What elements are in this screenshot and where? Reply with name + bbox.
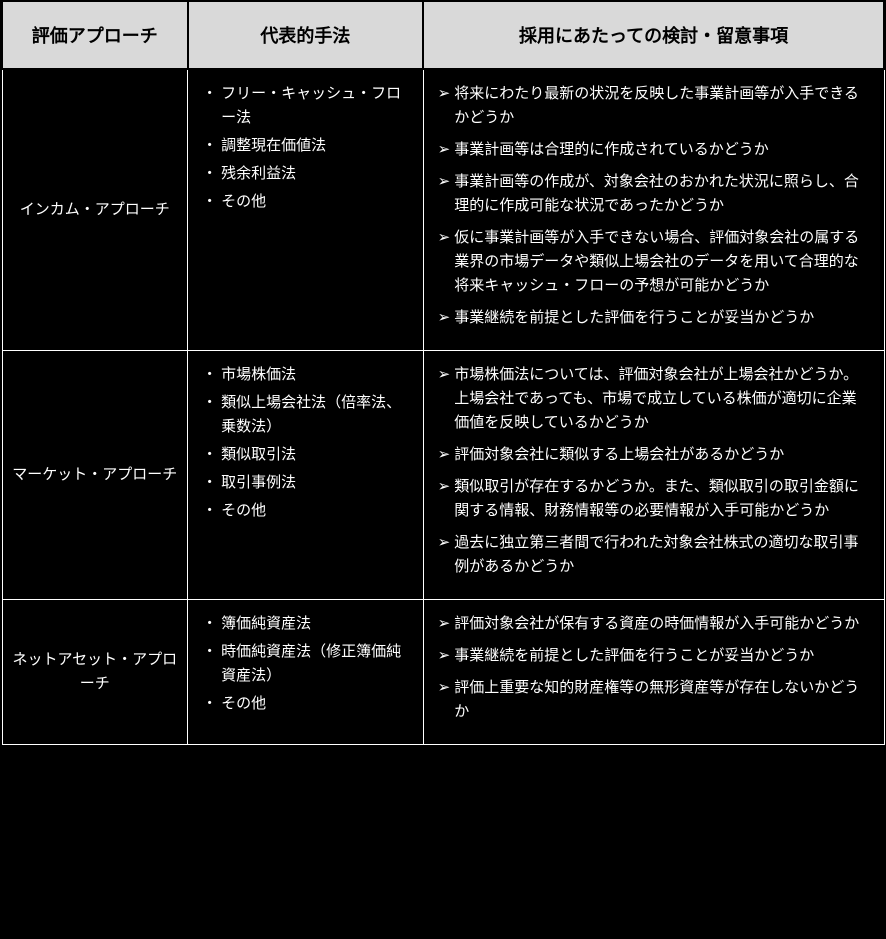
method-item: ・フリー・キャッシュ・フロー法 xyxy=(202,82,409,130)
header-considerations: 採用にあたっての検討・留意事項 xyxy=(423,1,884,69)
header-methods: 代表的手法 xyxy=(188,1,424,69)
approach-name: マーケット・アプローチ xyxy=(12,467,177,483)
consideration-label: 将来にわたり最新の状況を反映した事業計画等が入手できるかどうか xyxy=(454,82,869,130)
arrow-marker-icon: ➢ xyxy=(438,306,451,330)
method-label: その他 xyxy=(221,190,409,214)
arrow-marker-icon: ➢ xyxy=(438,170,451,218)
considerations-cell: ➢将来にわたり最新の状況を反映した事業計画等が入手できるかどうか➢事業計画等は合… xyxy=(423,69,884,351)
arrow-marker-icon: ➢ xyxy=(438,644,451,668)
bullet-marker-icon: ・ xyxy=(202,134,217,158)
considerations-cell: ➢市場株価法については、評価対象会社が上場会社かどうか。上場会社であっても、市場… xyxy=(423,351,884,600)
method-label: その他 xyxy=(221,692,409,716)
methods-cell: ・フリー・キャッシュ・フロー法・調整現在価値法・残余利益法・その他 xyxy=(188,69,424,351)
arrow-marker-icon: ➢ xyxy=(438,676,451,724)
header-approach: 評価アプローチ xyxy=(2,1,188,69)
consideration-item: ➢仮に事業計画等が入手できない場合、評価対象会社の属する業界の市場データや類似上… xyxy=(438,226,870,298)
method-item: ・類似取引法 xyxy=(202,443,409,467)
method-item: ・その他 xyxy=(202,499,409,523)
consideration-label: 評価対象会社が保有する資産の時価情報が入手可能かどうか xyxy=(454,612,869,636)
arrow-marker-icon: ➢ xyxy=(438,531,451,579)
arrow-marker-icon: ➢ xyxy=(438,82,451,130)
bullet-marker-icon: ・ xyxy=(202,391,217,439)
consideration-item: ➢評価上重要な知的財産権等の無形資産等が存在しないかどうか xyxy=(438,676,870,724)
consideration-label: 評価上重要な知的財産権等の無形資産等が存在しないかどうか xyxy=(454,676,869,724)
bullet-marker-icon: ・ xyxy=(202,190,217,214)
methods-cell: ・簿価純資産法・時価純資産法（修正簿価純資産法）・その他 xyxy=(188,600,424,745)
arrow-marker-icon: ➢ xyxy=(438,363,451,435)
method-label: 類似取引法 xyxy=(221,443,409,467)
bullet-marker-icon: ・ xyxy=(202,162,217,186)
consideration-label: 仮に事業計画等が入手できない場合、評価対象会社の属する業界の市場データや類似上場… xyxy=(454,226,869,298)
method-label: その他 xyxy=(221,499,409,523)
bullet-marker-icon: ・ xyxy=(202,612,217,636)
consideration-label: 事業継続を前提とした評価を行うことが妥当かどうか xyxy=(454,644,869,668)
consideration-label: 評価対象会社に類似する上場会社があるかどうか xyxy=(454,443,869,467)
evaluation-approach-table-container: 評価アプローチ 代表的手法 採用にあたっての検討・留意事項 インカム・アプローチ… xyxy=(1,0,885,745)
approach-name: インカム・アプローチ xyxy=(20,202,170,218)
bullet-marker-icon: ・ xyxy=(202,471,217,495)
consideration-item: ➢事業継続を前提とした評価を行うことが妥当かどうか xyxy=(438,306,870,330)
method-label: 市場株価法 xyxy=(221,363,409,387)
arrow-marker-icon: ➢ xyxy=(438,475,451,523)
method-item: ・市場株価法 xyxy=(202,363,409,387)
table-row: マーケット・アプローチ・市場株価法・類似上場会社法（倍率法、乗数法）・類似取引法… xyxy=(2,351,884,600)
method-item: ・時価純資産法（修正簿価純資産法） xyxy=(202,640,409,688)
method-item: ・その他 xyxy=(202,692,409,716)
method-item: ・その他 xyxy=(202,190,409,214)
bullet-marker-icon: ・ xyxy=(202,640,217,688)
approach-name: ネットアセット・アプローチ xyxy=(12,652,177,692)
consideration-label: 市場株価法については、評価対象会社が上場会社かどうか。上場会社であっても、市場で… xyxy=(454,363,869,435)
methods-cell: ・市場株価法・類似上場会社法（倍率法、乗数法）・類似取引法・取引事例法・その他 xyxy=(188,351,424,600)
method-label: 調整現在価値法 xyxy=(221,134,409,158)
consideration-item: ➢市場株価法については、評価対象会社が上場会社かどうか。上場会社であっても、市場… xyxy=(438,363,870,435)
bullet-marker-icon: ・ xyxy=(202,692,217,716)
consideration-item: ➢類似取引が存在するかどうか。また、類似取引の取引金額に関する情報、財務情報等の… xyxy=(438,475,870,523)
consideration-label: 過去に独立第三者間で行われた対象会社株式の適切な取引事例があるかどうか xyxy=(454,531,869,579)
arrow-marker-icon: ➢ xyxy=(438,226,451,298)
method-label: 残余利益法 xyxy=(221,162,409,186)
method-item: ・残余利益法 xyxy=(202,162,409,186)
method-label: 類似上場会社法（倍率法、乗数法） xyxy=(221,391,409,439)
method-item: ・調整現在価値法 xyxy=(202,134,409,158)
method-label: 時価純資産法（修正簿価純資産法） xyxy=(221,640,409,688)
bullet-marker-icon: ・ xyxy=(202,499,217,523)
arrow-marker-icon: ➢ xyxy=(438,443,451,467)
consideration-item: ➢事業計画等は合理的に作成されているかどうか xyxy=(438,138,870,162)
method-label: 取引事例法 xyxy=(221,471,409,495)
consideration-item: ➢評価対象会社に類似する上場会社があるかどうか xyxy=(438,443,870,467)
approach-cell: マーケット・アプローチ xyxy=(2,351,188,600)
consideration-label: 事業計画等は合理的に作成されているかどうか xyxy=(454,138,869,162)
method-item: ・取引事例法 xyxy=(202,471,409,495)
considerations-cell: ➢評価対象会社が保有する資産の時価情報が入手可能かどうか➢事業継続を前提とした評… xyxy=(423,600,884,745)
consideration-item: ➢評価対象会社が保有する資産の時価情報が入手可能かどうか xyxy=(438,612,870,636)
arrow-marker-icon: ➢ xyxy=(438,612,451,636)
evaluation-approach-table: 評価アプローチ 代表的手法 採用にあたっての検討・留意事項 インカム・アプローチ… xyxy=(1,0,885,745)
consideration-item: ➢将来にわたり最新の状況を反映した事業計画等が入手できるかどうか xyxy=(438,82,870,130)
bullet-marker-icon: ・ xyxy=(202,443,217,467)
method-item: ・簿価純資産法 xyxy=(202,612,409,636)
method-label: フリー・キャッシュ・フロー法 xyxy=(221,82,409,130)
consideration-item: ➢事業計画等の作成が、対象会社のおかれた状況に照らし、合理的に作成可能な状況であ… xyxy=(438,170,870,218)
table-row: インカム・アプローチ・フリー・キャッシュ・フロー法・調整現在価値法・残余利益法・… xyxy=(2,69,884,351)
arrow-marker-icon: ➢ xyxy=(438,138,451,162)
consideration-item: ➢過去に独立第三者間で行われた対象会社株式の適切な取引事例があるかどうか xyxy=(438,531,870,579)
approach-cell: ネットアセット・アプローチ xyxy=(2,600,188,745)
table-header-row: 評価アプローチ 代表的手法 採用にあたっての検討・留意事項 xyxy=(2,1,884,69)
consideration-label: 類似取引が存在するかどうか。また、類似取引の取引金額に関する情報、財務情報等の必… xyxy=(454,475,869,523)
table-row: ネットアセット・アプローチ・簿価純資産法・時価純資産法（修正簿価純資産法）・その… xyxy=(2,600,884,745)
approach-cell: インカム・アプローチ xyxy=(2,69,188,351)
bullet-marker-icon: ・ xyxy=(202,363,217,387)
bullet-marker-icon: ・ xyxy=(202,82,217,130)
consideration-item: ➢事業継続を前提とした評価を行うことが妥当かどうか xyxy=(438,644,870,668)
method-item: ・類似上場会社法（倍率法、乗数法） xyxy=(202,391,409,439)
consideration-label: 事業計画等の作成が、対象会社のおかれた状況に照らし、合理的に作成可能な状況であっ… xyxy=(454,170,869,218)
method-label: 簿価純資産法 xyxy=(221,612,409,636)
consideration-label: 事業継続を前提とした評価を行うことが妥当かどうか xyxy=(454,306,869,330)
